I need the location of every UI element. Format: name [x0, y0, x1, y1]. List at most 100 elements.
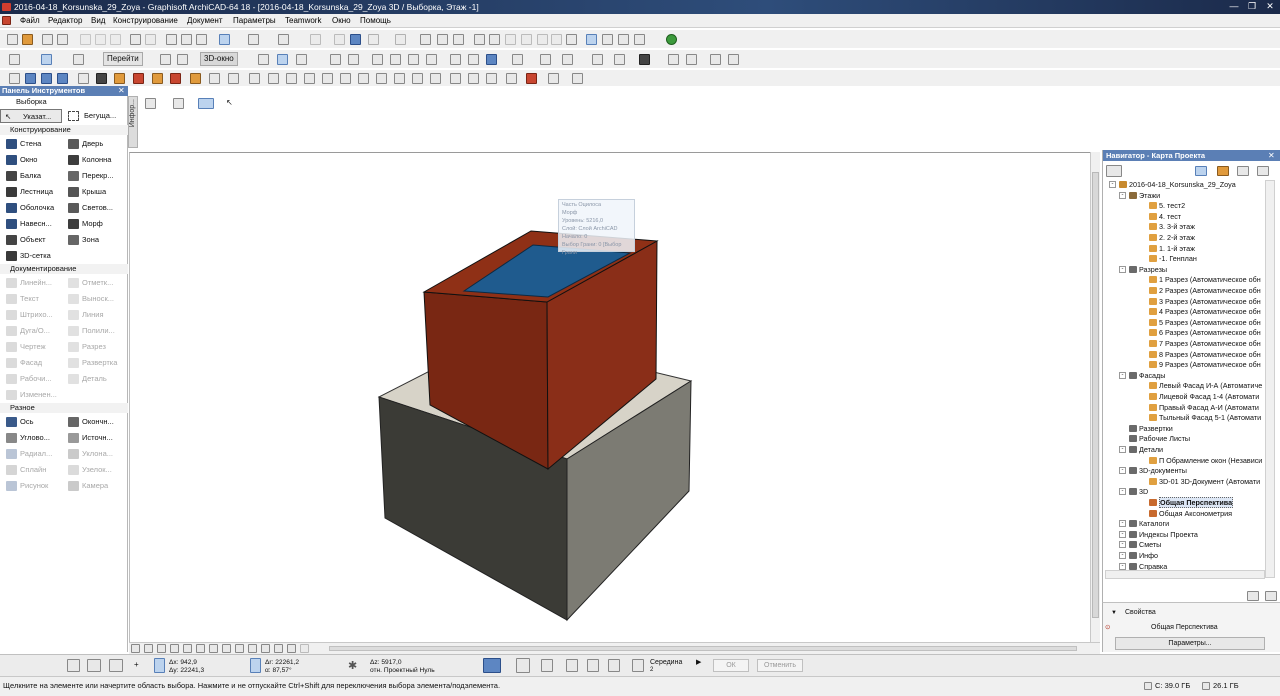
tb3-column-icon[interactable] [78, 73, 89, 84]
tool-design_tools-14[interactable]: 3D-сетка [4, 249, 64, 263]
3d-window-button[interactable]: 3D-окно [200, 52, 238, 66]
tool-design_tools-3[interactable]: Колонна [66, 153, 126, 167]
ok-button[interactable]: ОК [713, 659, 749, 672]
tool-document_tools-14[interactable]: Изменен... [4, 388, 64, 402]
tree-vscrollbar[interactable] [1265, 180, 1275, 578]
mirror-icon[interactable] [474, 34, 485, 45]
tree-folder[interactable]: - Разрезы [1119, 265, 1167, 275]
info-box-tab[interactable]: Инфор... [128, 96, 138, 148]
zoom-out-icon[interactable] [144, 644, 153, 653]
zoom-in-icon[interactable] [131, 644, 140, 653]
tb3-beam-icon[interactable] [96, 73, 107, 84]
flag-icon[interactable] [614, 54, 625, 65]
menu-design[interactable]: Конструирование [113, 14, 178, 28]
navigator-close-icon[interactable]: ✕ [1268, 150, 1275, 161]
tree-item[interactable]: Тыльный Фасад 5-1 (Автомати [1149, 413, 1261, 423]
tool-document_tools-4[interactable]: Штрихо... [4, 308, 64, 322]
expand-toggle-icon[interactable]: - [1119, 446, 1126, 453]
actual-size-icon[interactable] [235, 644, 244, 653]
hidden-line-icon[interactable] [468, 54, 479, 65]
house-icon[interactable] [372, 54, 383, 65]
snap-next-icon[interactable]: ▶ [696, 658, 701, 666]
tb3-house-icon[interactable] [526, 73, 537, 84]
magnifier-icon[interactable] [608, 659, 620, 672]
tree-folder[interactable]: - Каталоги [1119, 519, 1169, 529]
layout-icon[interactable] [634, 34, 645, 45]
previous-view-icon[interactable] [209, 644, 218, 653]
find-select-icon[interactable] [166, 34, 177, 45]
cancel-button[interactable]: Отменить [757, 659, 803, 672]
layer-icon[interactable] [368, 34, 379, 45]
tree-hscrollbar[interactable] [1105, 570, 1265, 579]
offset-icon[interactable] [334, 34, 345, 45]
split-tool-icon[interactable] [566, 659, 578, 672]
x-icon[interactable] [453, 34, 464, 45]
tree-item[interactable]: 3. 3-й этаж [1149, 222, 1195, 232]
tb3-stair-icon[interactable] [133, 73, 144, 84]
tool-document_tools-1[interactable]: Отметк... [66, 276, 126, 290]
tree-item[interactable]: Левый Фасад И-А (Автоматиче [1149, 381, 1262, 391]
tool-more_tools-0[interactable]: Ось [4, 415, 64, 429]
tool-design_tools-9[interactable]: Светов... [66, 201, 126, 215]
tool-design_tools-13[interactable]: Зона [66, 233, 126, 247]
tree-folder[interactable]: - Индексы Проекта [1119, 530, 1198, 540]
tool-design_tools-4[interactable]: Балка [4, 169, 64, 183]
origin-icon[interactable]: + [134, 660, 139, 669]
section-design[interactable]: Конструирование [0, 125, 128, 135]
tree-item[interactable]: 2 Разрез (Автоматическое обн [1149, 286, 1261, 296]
tb3-interior-icon[interactable] [430, 73, 441, 84]
tool-more_tools-6[interactable]: Сплайн [4, 463, 64, 477]
pointer-icon[interactable]: ↖ [226, 98, 237, 109]
tree-item[interactable]: Развертки [1129, 424, 1173, 434]
grid-snap-icon[interactable] [248, 34, 259, 45]
trim-icon[interactable] [395, 34, 406, 45]
explore-icon[interactable] [296, 54, 307, 65]
tool-more_tools-1[interactable]: Окончн... [66, 415, 126, 429]
menu-edit[interactable]: Редактор [48, 14, 82, 28]
cancel-input-icon[interactable] [67, 659, 80, 672]
navigator-popup-icon[interactable] [1106, 165, 1122, 177]
wireframe-icon[interactable] [450, 54, 461, 65]
relative-coord-icon[interactable] [154, 658, 165, 673]
expand-toggle-icon[interactable]: - [1119, 371, 1126, 379]
tool-more_tools-7[interactable]: Узелок... [66, 463, 126, 477]
align-icon[interactable] [420, 34, 431, 45]
tool-more_tools-5[interactable]: Уклона... [66, 447, 126, 461]
tool-design_tools-8[interactable]: Оболочка [4, 201, 64, 215]
export-icon[interactable] [686, 54, 697, 65]
minimize-button[interactable]: — [1226, 1, 1242, 12]
3d-window-nav-icon[interactable] [41, 54, 52, 65]
tool-design_tools-12[interactable]: Объект [4, 233, 64, 247]
tree-item[interactable]: 3D-01 3D-Документ (Автомати [1149, 477, 1260, 487]
floor-plan-nav-icon[interactable] [9, 54, 20, 65]
tree-folder[interactable]: - 3D-документы [1119, 466, 1187, 476]
zoom-stack-icon[interactable] [261, 644, 270, 653]
next-view-icon[interactable] [222, 644, 231, 653]
eyedropper-icon[interactable] [181, 34, 192, 45]
tool-design_tools-10[interactable]: Навесн... [4, 217, 64, 231]
tb3-elevation-icon[interactable] [412, 73, 423, 84]
properties-settings-icon[interactable] [1247, 591, 1259, 601]
menu-help[interactable]: Помощь [360, 14, 391, 28]
tree-item[interactable]: 4. тест [1149, 212, 1181, 222]
explode-icon[interactable] [551, 34, 562, 45]
tool-document_tools-0[interactable]: Линейн... [4, 276, 64, 290]
check-icon[interactable] [541, 659, 553, 672]
tb3-worksheet-icon[interactable] [450, 73, 461, 84]
properties-delete-icon[interactable] [1265, 591, 1277, 601]
tb3-section-icon[interactable] [394, 73, 405, 84]
tool-design_tools-6[interactable]: Лестница [4, 185, 64, 199]
tb3-curtain-icon[interactable] [152, 73, 163, 84]
z-coord-icon[interactable]: ✱ [348, 659, 357, 672]
tb3-label-icon[interactable] [286, 73, 297, 84]
rotate-icon[interactable] [521, 34, 532, 45]
person-icon[interactable] [330, 54, 341, 65]
tb3-arc-icon[interactable] [340, 73, 351, 84]
tb3-polyline-icon[interactable] [358, 73, 369, 84]
tool-document_tools-12[interactable]: Рабочи... [4, 372, 64, 386]
tree-item[interactable]: Правый Фасад А-И (Автомати [1149, 403, 1259, 413]
tb3-zone-icon[interactable] [209, 73, 220, 84]
tb3-change-icon[interactable] [486, 73, 497, 84]
tb3-hotspot-icon[interactable] [506, 73, 517, 84]
cut-icon[interactable] [80, 34, 91, 45]
